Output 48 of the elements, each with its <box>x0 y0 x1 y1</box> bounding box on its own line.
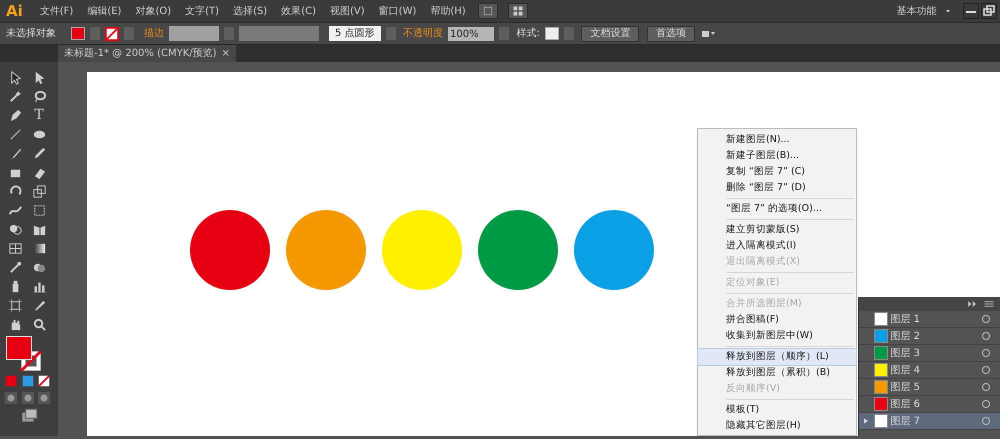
close-button[interactable]: × <box>222 46 230 61</box>
style-label: 样式: <box>516 26 540 41</box>
menu-item[interactable]: 收集到新图层中(W) <box>698 328 856 344</box>
menu-item[interactable]: 释放到图层（累积）(B) <box>698 365 856 381</box>
opacity-field[interactable]: 100% <box>448 26 494 40</box>
type-tool[interactable]: T <box>34 104 44 126</box>
layer-row[interactable]: 图层 3 <box>859 345 1000 362</box>
menu-item[interactable]: “图层 7” 的选项(O)... <box>698 201 856 217</box>
layer-name[interactable]: 图层 1 <box>890 312 980 326</box>
menu-item[interactable]: 模板(T) <box>698 402 856 418</box>
layer-row[interactable]: 图层 1 <box>859 311 1000 328</box>
menu-item[interactable]: 新建子图层(B)... <box>698 148 856 164</box>
menu-item[interactable]: 进入隔离模式(I) <box>698 238 856 254</box>
menu-item[interactable]: 视图(V) <box>323 4 372 18</box>
menu-item[interactable]: 文件(F) <box>32 4 80 18</box>
layer-row[interactable]: 图层 2 <box>859 328 1000 345</box>
layer-name[interactable]: 图层 4 <box>890 362 980 378</box>
menu-item[interactable]: 帮助(H) <box>423 4 473 18</box>
menu-item[interactable]: 拼合图稿(F) <box>698 312 856 328</box>
layer-name[interactable]: 图层 7 <box>890 414 980 428</box>
menu-item[interactable]: 效果(C) <box>274 4 324 18</box>
layer-row[interactable]: 图层 5 <box>859 379 1000 396</box>
brush-field[interactable]: 5 点圆形 <box>329 26 381 41</box>
layer-name[interactable]: 图层 2 <box>890 328 980 344</box>
app-logo: Ai <box>5 0 24 22</box>
menu-item[interactable]: 建立剪切蒙版(S) <box>698 222 856 238</box>
layer-name[interactable]: 图层 3 <box>890 346 980 360</box>
menu-item[interactable]: 新建图层(N)... <box>698 132 856 148</box>
toolbar-button[interactable]: 文档设置 <box>581 26 640 42</box>
layer-row[interactable]: 图层 4 <box>859 362 1000 379</box>
layer-name[interactable]: 图层 6 <box>890 396 980 412</box>
opacity-label[interactable]: 不透明度 <box>403 26 444 41</box>
workspace-switcher[interactable]: 基本功能 <box>890 4 944 18</box>
tab-label[interactable]: 未标题-1* @ 200% (CMYK/预览) <box>64 46 217 61</box>
menu-item[interactable]: 编辑(E) <box>80 4 128 18</box>
menu-item[interactable]: 删除 “图层 7” (D) <box>698 180 856 196</box>
layer-row[interactable]: 图层 7 <box>859 413 1000 430</box>
selection-status: 未选择对象 <box>6 26 56 41</box>
menu-item[interactable]: 选择(S) <box>226 4 274 18</box>
layer-name[interactable]: 图层 5 <box>890 380 980 394</box>
menu-item[interactable]: 隐藏其它图层(H) <box>698 418 856 434</box>
menu-item[interactable]: 对象(O) <box>128 4 178 18</box>
toolbar-button[interactable]: 首选项 <box>646 26 695 42</box>
menu-item[interactable]: 释放到图层（顺序）(L) <box>698 349 856 365</box>
menu-item[interactable]: 窗口(W) <box>372 4 424 18</box>
stroke-label[interactable]: 描边 <box>144 26 164 41</box>
menu-item[interactable]: 复制 “图层 7” (C) <box>698 164 856 180</box>
menu-item[interactable]: 文字(T) <box>178 4 226 18</box>
